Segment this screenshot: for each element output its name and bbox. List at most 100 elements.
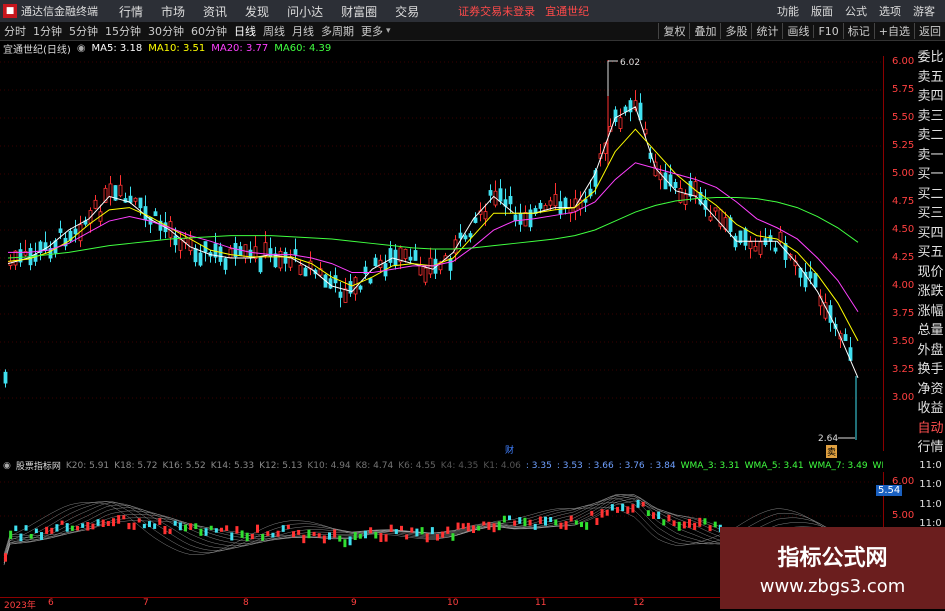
quote-label[interactable]: 买四 [916,222,945,242]
event-marker-sell[interactable]: 卖 [826,445,838,458]
candle-body [413,250,418,261]
quote-label[interactable]: 卖一 [916,144,945,164]
menu-item-hangqing[interactable]: 行情 [119,3,143,20]
indicator-candle [538,516,542,524]
quote-label[interactable]: 换手 [916,358,945,378]
indicator-candle [65,523,69,532]
quote-label[interactable]: 涨跌 [916,280,945,300]
indicator-candle [91,523,95,530]
quote-label[interactable]: 卖四 [916,85,945,105]
quote-label[interactable]: 外盘 [916,339,945,359]
indicator-candle [96,519,100,526]
indicator-tick: 5.00 [892,510,915,521]
biaoji-button[interactable]: 标记 [842,23,874,39]
menu-youke[interactable]: 游客 [913,3,935,19]
candle-body [223,258,228,270]
candle-body [843,334,848,342]
period-daily[interactable]: 日线 [234,23,256,39]
login-warning[interactable]: 证券交易未登录 [458,3,535,19]
back-button[interactable]: 返回 [914,23,945,39]
indicator-candle [297,529,301,535]
candle-body [193,248,198,263]
quote-label[interactable]: 自动 [916,417,945,437]
quote-label[interactable]: 买二 [916,183,945,203]
period-more[interactable]: 更多 [361,23,383,39]
menu-gongneng[interactable]: 功能 [777,3,799,19]
indicator-candle [204,528,208,536]
menu-item-zixun[interactable]: 资讯 [203,3,227,20]
indicator-candle [235,526,239,534]
candle-body [58,228,63,233]
quote-label[interactable]: 净资 [916,378,945,398]
candle-body [498,188,503,202]
menu-gongshi[interactable]: 公式 [845,3,867,19]
candle-body [708,216,713,221]
indicator-candle [528,519,532,526]
menu-item-shichang[interactable]: 市场 [161,3,185,20]
quote-label[interactable]: 现价 [916,261,945,281]
duogu-button[interactable]: 多股 [720,23,751,39]
period-5min[interactable]: 5分钟 [69,23,98,39]
candle-body [468,233,473,238]
menu-xuanxiang[interactable]: 选项 [879,3,901,19]
quote-label[interactable]: 买一 [916,163,945,183]
indicator-value: K1: 4.06 [483,460,521,471]
candle-body [748,241,753,250]
kline-chart[interactable]: 6.02 2.64 [0,56,883,451]
quote-label[interactable]: 买三 [916,202,945,222]
quote-label[interactable]: 总量 [916,319,945,339]
period-multi[interactable]: 多周期 [321,23,354,39]
quote-label[interactable]: 委比 [916,46,945,66]
indicator-candle [19,533,23,542]
period-15min[interactable]: 15分钟 [105,23,141,39]
candle-body [283,251,288,264]
indicator-candle [55,524,59,532]
indicator-candle [497,521,501,531]
tongji-button[interactable]: 统计 [751,23,782,39]
event-marker-cai[interactable]: 财 [505,443,514,456]
period-60min[interactable]: 60分钟 [191,23,227,39]
indicator-settings-icon[interactable]: ◉ [3,461,11,471]
menu-banmian[interactable]: 版面 [811,3,833,19]
quote-label[interactable]: 卖三 [916,105,945,125]
indicator-candle [523,517,527,527]
f10-button[interactable]: F10 [813,24,842,38]
quote-label[interactable]: 行情 [916,436,945,456]
indicator-candle [425,533,429,543]
period-weekly[interactable]: 周线 [263,23,285,39]
add-watchlist-button[interactable]: +自选 [873,23,914,39]
indicator-candle [492,523,496,533]
price-tick: 4.00 [892,280,915,291]
menu-item-faxian[interactable]: 发现 [245,3,269,20]
period-1min[interactable]: 1分钟 [33,23,62,39]
indicator-candle [693,522,697,530]
indicator-candle [286,524,290,529]
diejia-button[interactable]: 叠加 [689,23,720,39]
period-30min[interactable]: 30分钟 [148,23,184,39]
indicator-value: : 3.66 [587,460,614,471]
period-monthly[interactable]: 月线 [292,23,314,39]
huaxian-button[interactable]: 画线 [782,23,813,39]
price-tick: 5.25 [892,140,915,151]
indicator-candle [364,530,367,539]
chevron-down-icon[interactable]: ▾ [386,26,391,36]
price-tick: 3.00 [892,392,915,403]
settings-circle-icon[interactable]: ◉ [77,43,86,54]
quote-label[interactable]: 买五 [916,241,945,261]
menu-item-wenxiaoda[interactable]: 问小达 [287,3,323,20]
indicator-value: : 3.53 [556,460,583,471]
quote-label[interactable]: 涨幅 [916,300,945,320]
menu-item-caifuquan[interactable]: 财富圈 [341,3,377,20]
menu-item-jiaoyi[interactable]: 交易 [395,3,419,20]
candle-body [338,291,343,298]
quote-label[interactable]: 卖二 [916,124,945,144]
fuquan-button[interactable]: 复权 [658,23,689,39]
indicator-candle [333,529,337,538]
indicator-candle [672,520,676,527]
quote-label[interactable]: 卖五 [916,66,945,86]
period-fenshi[interactable]: 分时 [4,23,26,39]
indicator-candle [554,519,558,526]
quote-label[interactable]: 收益 [916,397,945,417]
indicator-candle [559,522,563,529]
candle-body [618,117,623,129]
